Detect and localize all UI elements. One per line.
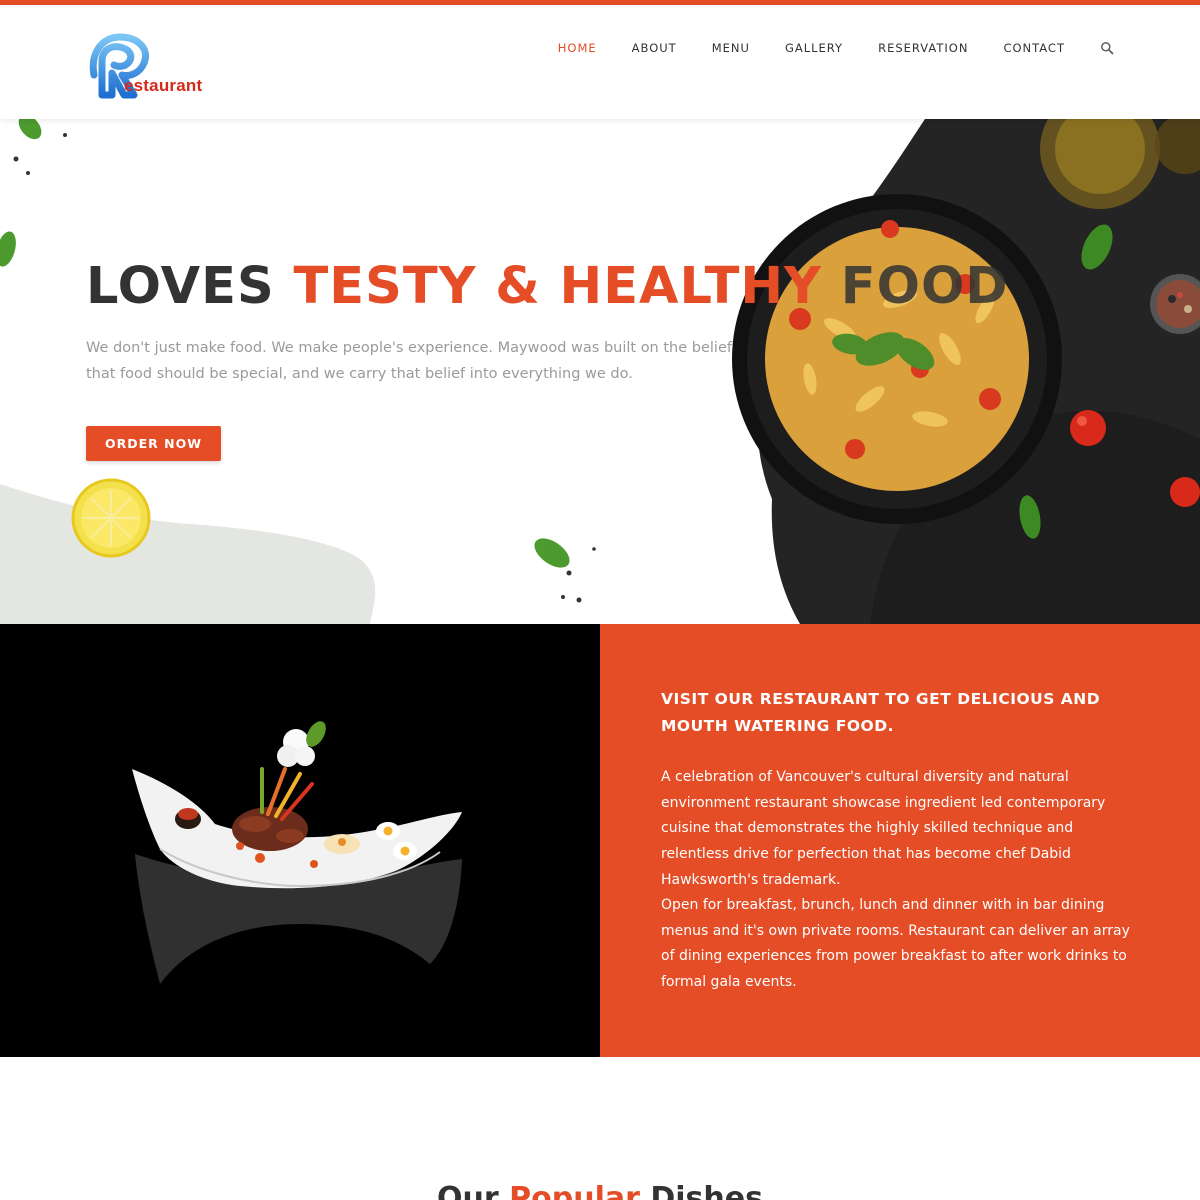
hero-section: LOVES TESTY & HEALTHY FOOD We don't just… bbox=[0, 119, 1200, 624]
nav-item-reservation[interactable]: RESERVATION bbox=[878, 41, 968, 55]
plated-dish-image bbox=[132, 721, 462, 984]
about-text-panel: VISIT OUR RESTAURANT TO GET DELICIOUS AN… bbox=[600, 624, 1200, 1057]
popular-dishes-section: Our Popular Dishes bbox=[0, 1057, 1200, 1200]
order-now-button[interactable]: ORDER NOW bbox=[86, 426, 221, 461]
nav-item-gallery[interactable]: GALLERY bbox=[785, 41, 843, 55]
logo-text: estaurant bbox=[124, 76, 203, 95]
nav-item-home[interactable]: HOME bbox=[558, 41, 597, 55]
hero-title: LOVES TESTY & HEALTHY FOOD bbox=[86, 257, 1009, 316]
hero-title-part2: TESTY & HEALTHY bbox=[293, 257, 841, 316]
hero-text: We don't just make food. We make people'… bbox=[86, 340, 732, 382]
about-paragraph-2: Open for breakfast, brunch, lunch and di… bbox=[661, 897, 1130, 991]
about-heading: VISIT OUR RESTAURANT TO GET DELICIOUS AN… bbox=[661, 690, 1101, 735]
nav-item-about[interactable]: ABOUT bbox=[632, 41, 677, 55]
hero-title-part1: LOVES bbox=[86, 257, 294, 316]
popular-title-part3: Dishes bbox=[639, 1181, 763, 1200]
search-icon[interactable] bbox=[1100, 41, 1114, 55]
popular-title-part1: Our bbox=[437, 1181, 510, 1200]
nav-item-menu[interactable]: MENU bbox=[712, 41, 750, 55]
popular-title-part2: Popular bbox=[509, 1181, 640, 1200]
popular-dishes-title: Our Popular Dishes bbox=[0, 1181, 1200, 1200]
hero-title-part3: FOOD bbox=[840, 257, 1009, 316]
about-paragraph-1: A celebration of Vancouver's cultural di… bbox=[661, 769, 1106, 888]
main-nav: HOME ABOUT MENU GALLERY RESERVATION CONT… bbox=[523, 41, 1114, 55]
nav-item-contact[interactable]: CONTACT bbox=[1003, 41, 1065, 55]
about-image-panel bbox=[0, 624, 600, 1057]
about-section: VISIT OUR RESTAURANT TO GET DELICIOUS AN… bbox=[0, 624, 1200, 1057]
site-header: estaurant HOME ABOUT MENU GALLERY RESERV… bbox=[0, 5, 1200, 119]
